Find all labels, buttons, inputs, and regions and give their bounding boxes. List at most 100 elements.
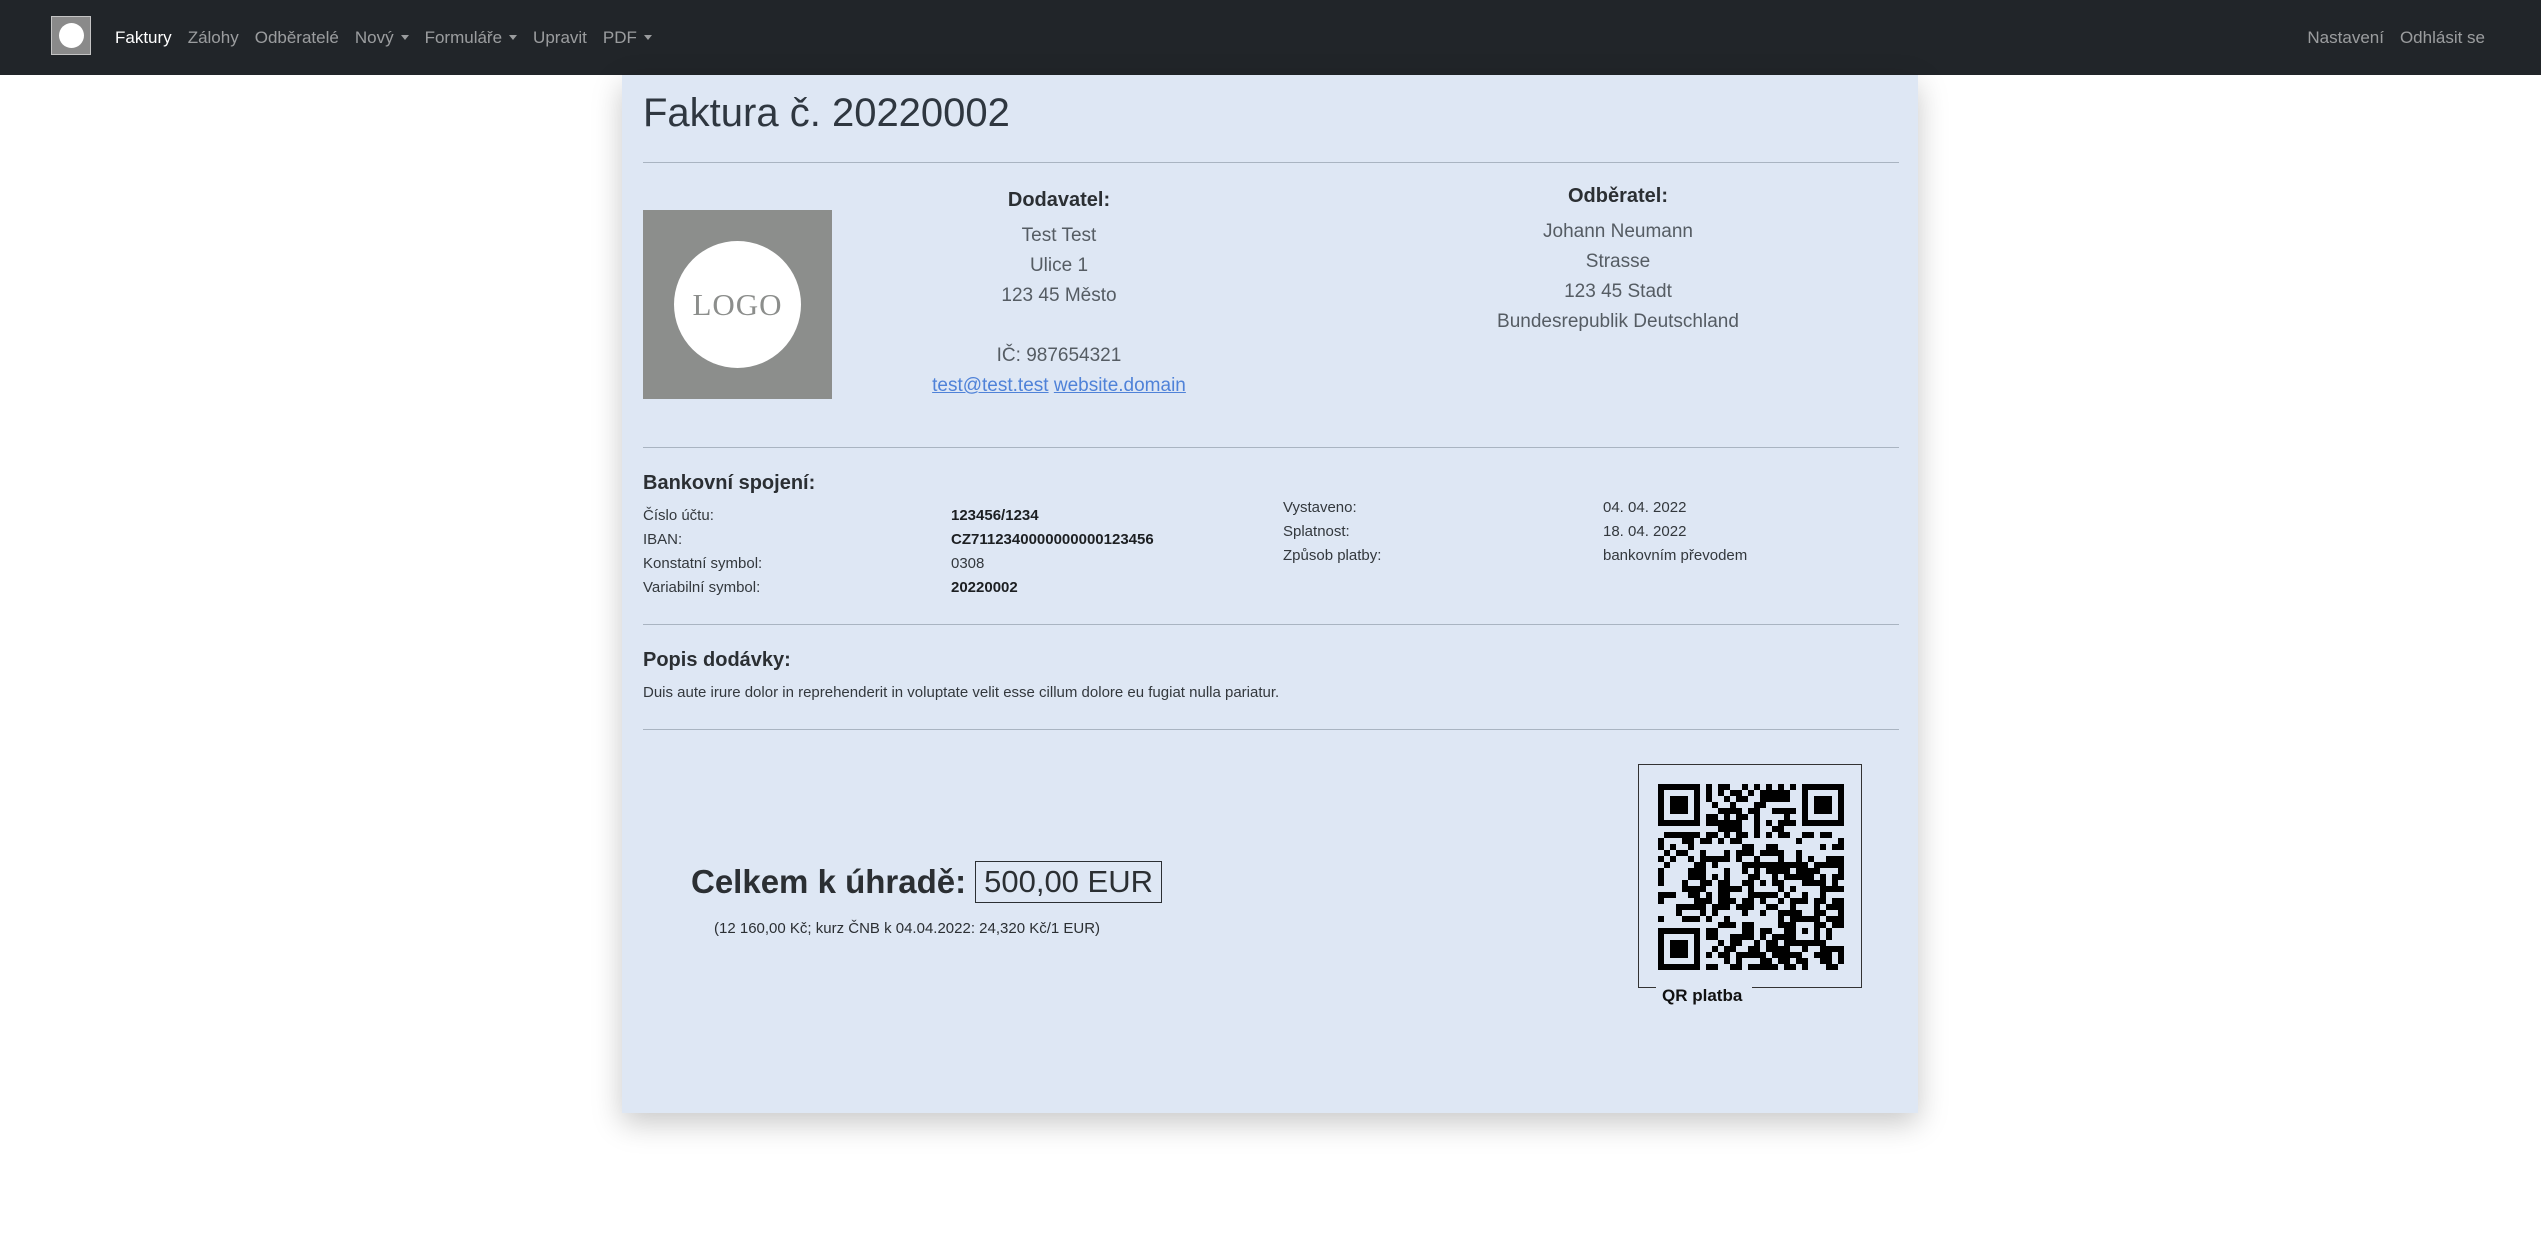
qr-module (1730, 934, 1736, 940)
qr-module (1784, 928, 1790, 934)
qr-module (1718, 880, 1724, 886)
qr-module (1754, 856, 1760, 862)
qr-module (1748, 964, 1754, 970)
qr-module (1796, 898, 1802, 904)
nav-nastaveni[interactable]: Nastavení (2307, 28, 2384, 48)
qr-module (1688, 868, 1694, 874)
nav-formulare-label: Formuláře (424, 27, 503, 47)
supplier-name: Test Test (1021, 225, 1097, 246)
qr-module (1772, 964, 1778, 970)
qr-module (1724, 946, 1730, 952)
qr-module (1778, 946, 1784, 952)
qr-module (1826, 916, 1832, 922)
nav-formulare-dropdown[interactable]: Formuláře (424, 27, 518, 48)
qr-module (1658, 964, 1664, 970)
qr-module (1784, 796, 1790, 802)
qr-module (1760, 796, 1766, 802)
top-navbar: Faktury Zálohy Odběratelé Nový Formuláře… (0, 0, 2541, 75)
nav-novy-dropdown[interactable]: Nový (355, 28, 409, 48)
qr-module (1718, 922, 1724, 928)
qr-module (1724, 886, 1730, 892)
qr-module (1694, 790, 1700, 796)
qr-module (1790, 952, 1796, 958)
qr-module (1724, 868, 1730, 874)
chevron-down-icon (509, 34, 518, 40)
qr-module (1688, 832, 1694, 838)
qr-module (1760, 958, 1766, 964)
qr-module (1826, 886, 1832, 892)
qr-module (1796, 874, 1802, 880)
qr-module (1826, 958, 1832, 964)
qr-label: QR platba (1656, 986, 1753, 1006)
qr-module (1670, 808, 1676, 814)
qr-module (1778, 934, 1784, 940)
qr-module (1772, 874, 1778, 880)
qr-module (1772, 946, 1778, 952)
qr-module (1706, 832, 1712, 838)
qr-module (1838, 802, 1844, 808)
qr-module (1802, 832, 1808, 838)
qr-module (1718, 826, 1724, 832)
qr-module (1670, 856, 1676, 862)
qr-module (1790, 916, 1796, 922)
qr-module (1790, 940, 1796, 946)
qr-module (1784, 958, 1790, 964)
qr-module (1730, 946, 1736, 952)
qr-module (1724, 892, 1730, 898)
qr-module (1808, 940, 1814, 946)
brand-logo[interactable] (51, 16, 91, 55)
qr-module (1778, 910, 1784, 916)
qr-module (1802, 946, 1808, 952)
qr-module (1790, 874, 1796, 880)
qr-module (1778, 796, 1784, 802)
qr-module (1772, 934, 1778, 940)
qr-module (1718, 892, 1724, 898)
qr-module (1778, 820, 1784, 826)
qr-module (1700, 868, 1706, 874)
supplier-website-link[interactable]: website.domain (1054, 375, 1186, 396)
qr-module (1838, 916, 1844, 922)
qr-module (1814, 952, 1820, 958)
nav-faktury[interactable]: Faktury (115, 28, 172, 48)
qr-module (1790, 928, 1796, 934)
issued-value: 04. 04. 2022 (1603, 499, 1687, 516)
nav-odhlasit[interactable]: Odhlásit se (2400, 28, 2485, 48)
nav-upravit[interactable]: Upravit (533, 28, 587, 48)
qr-module (1694, 928, 1700, 934)
issued-label: Vystaveno: (1283, 499, 1357, 516)
qr-module (1784, 820, 1790, 826)
qr-module (1658, 784, 1664, 790)
nav-pdf-label: PDF (602, 27, 637, 47)
qr-module (1694, 916, 1700, 922)
supplier-street: Ulice 1 (1029, 255, 1089, 276)
qr-module (1718, 856, 1724, 862)
qr-module (1748, 862, 1754, 868)
qr-module (1766, 790, 1772, 796)
nav-zalohy[interactable]: Zálohy (188, 28, 239, 48)
qr-module (1778, 898, 1784, 904)
qr-module (1826, 802, 1832, 808)
qr-module (1838, 862, 1844, 868)
qr-module (1832, 844, 1838, 850)
qr-module (1712, 820, 1718, 826)
total-row: Celkem k úhradě: 500,00 EUR (691, 861, 1162, 903)
qr-module (1838, 784, 1844, 790)
invoice-sheet: Faktura č. 20220002 LOGO Dodavatel: Test… (622, 75, 1918, 1113)
nav-odberatele[interactable]: Odběratelé (255, 28, 339, 48)
qr-module (1658, 934, 1664, 940)
qr-module (1700, 838, 1706, 844)
qr-module (1694, 886, 1700, 892)
qr-module (1658, 952, 1664, 958)
supplier-email-link[interactable]: test@test.test (932, 375, 1048, 396)
qr-module (1772, 940, 1778, 946)
qr-module (1682, 928, 1688, 934)
qr-module (1682, 946, 1688, 952)
qr-module (1742, 898, 1748, 904)
qr-module (1802, 940, 1808, 946)
qr-module (1706, 952, 1712, 958)
qr-module (1682, 832, 1688, 838)
qr-module (1790, 808, 1796, 814)
nav-pdf-dropdown[interactable]: PDF (603, 28, 652, 48)
qr-module (1748, 922, 1754, 928)
qr-module (1784, 946, 1790, 952)
